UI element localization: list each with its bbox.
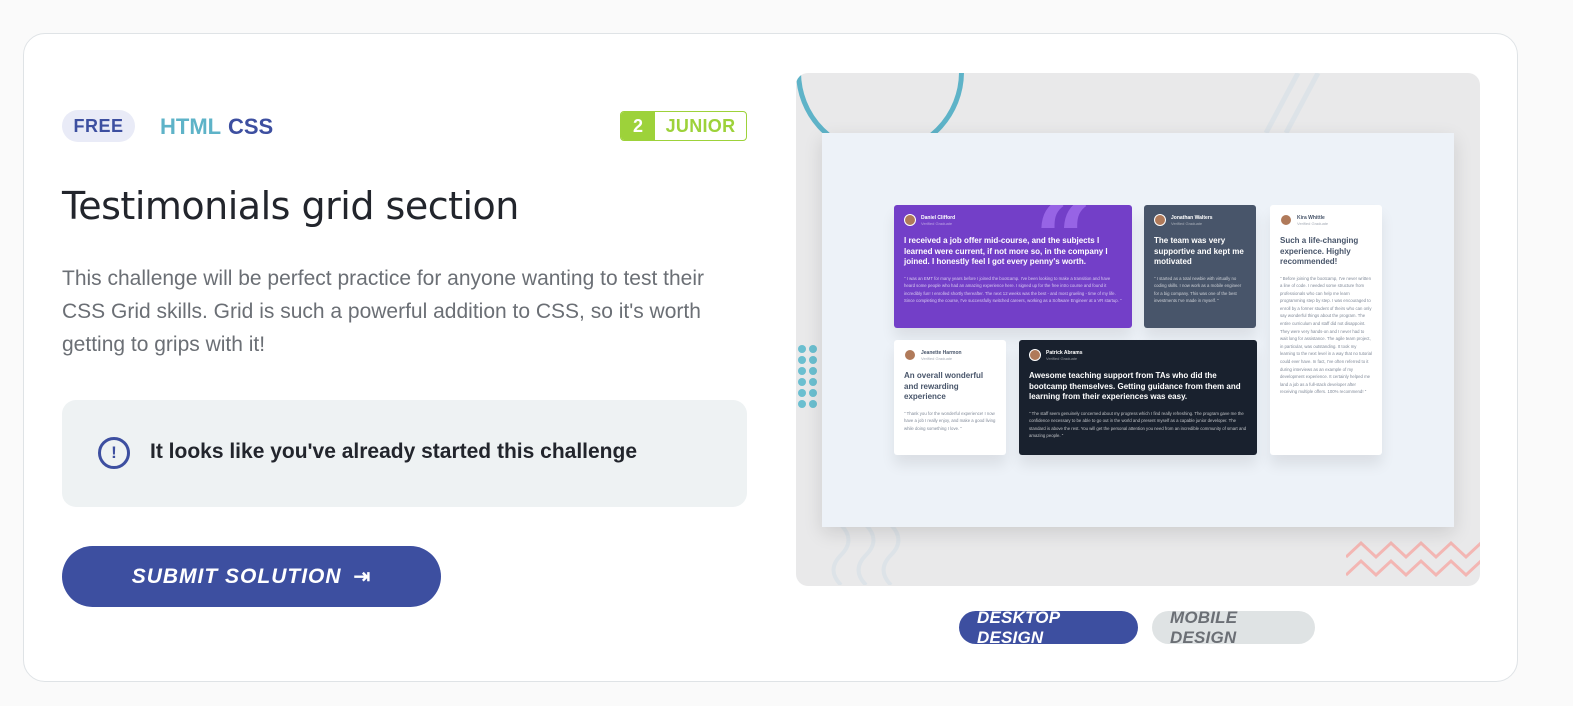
testimonial-role: Verified Graduate: [1171, 220, 1203, 226]
testimonial-headline: An overall wonderful and rewarding exper…: [904, 371, 984, 401]
avatar: [904, 214, 916, 226]
testimonial-card: Jeanette Harmon Verified Graduate An ove…: [894, 340, 1006, 455]
testimonial-card: Patrick Abrams Verified Graduate Awesome…: [1019, 340, 1257, 455]
sign-in-arrow-icon: ⇥: [353, 566, 372, 588]
testimonial-role: Verified Graduate: [1046, 355, 1078, 361]
difficulty-name: JUNIOR: [665, 115, 736, 136]
challenge-card: FREE HTML CSS 2 JUNIOR Testimonials grid…: [23, 33, 1518, 682]
started-notice: ! It looks like you've already started t…: [62, 400, 747, 507]
exclamation-circle-icon: !: [98, 437, 130, 469]
difficulty-badge: 2 JUNIOR: [620, 111, 747, 141]
decorative-curls: [831, 525, 901, 585]
testimonial-headline: The team was very supportive and kept me…: [1154, 236, 1244, 266]
design-tabs: DESKTOP DESIGN MOBILE DESIGN: [959, 608, 1315, 647]
avatar: [1029, 349, 1041, 361]
notice-text: It looks like you've already started thi…: [150, 440, 638, 463]
testimonials-screenshot: “ Daniel Clifford Verified Graduate I re…: [822, 133, 1454, 527]
tab-mobile-design[interactable]: MOBILE DESIGN: [1152, 608, 1315, 647]
testimonial-body: " I started as a total newbie with virtu…: [1154, 275, 1242, 304]
decorative-dots: [798, 345, 817, 408]
testimonial-body: " Thank you for the wonderful experience…: [904, 410, 996, 431]
challenge-tags: FREE HTML CSS 2 JUNIOR: [62, 110, 748, 144]
testimonial-role: Verified Graduate: [1297, 220, 1329, 226]
testimonial-role: Verified Graduate: [921, 220, 953, 226]
testimonial-headline: Such a life-changing experience. Highly …: [1280, 236, 1359, 266]
submit-solution-label: SUBMIT SOLUTION: [131, 564, 342, 588]
testimonial-headline: Awesome teaching support from TAs who di…: [1029, 371, 1241, 401]
avatar: [904, 349, 916, 361]
language-tag-html: HTML: [160, 114, 222, 139]
avatar: [1154, 214, 1166, 226]
avatar: [1280, 214, 1292, 226]
testimonial-body: " The staff seem genuinely concerned abo…: [1029, 410, 1247, 439]
testimonial-card: Kira Whittle Verified Graduate Such a li…: [1270, 205, 1382, 455]
testimonial-card: “ Daniel Clifford Verified Graduate I re…: [894, 205, 1132, 328]
testimonial-role: Verified Graduate: [921, 355, 953, 361]
language-tag-css: CSS: [228, 114, 274, 139]
design-preview: “ Daniel Clifford Verified Graduate I re…: [796, 73, 1480, 586]
testimonial-card: Jonathan Walters Verified Graduate The t…: [1144, 205, 1256, 328]
submit-solution-button[interactable]: SUBMIT SOLUTION ⇥: [62, 546, 441, 607]
testimonial-body: " I was an EMT for many years before I j…: [904, 275, 1122, 304]
challenge-description: This challenge will be perfect practice …: [62, 267, 705, 356]
decorative-zigzag: [1346, 540, 1480, 578]
challenge-title: Testimonials grid section: [62, 184, 519, 228]
difficulty-number: 2: [621, 112, 655, 140]
tab-desktop-design[interactable]: DESKTOP DESIGN: [959, 608, 1138, 647]
free-badge: FREE: [62, 110, 135, 142]
decorative-stripes: [1263, 73, 1321, 133]
testimonial-body: " Before joining the bootcamp, I've neve…: [1280, 275, 1372, 395]
testimonial-headline: I received a job offer mid-course, and t…: [904, 236, 1108, 266]
